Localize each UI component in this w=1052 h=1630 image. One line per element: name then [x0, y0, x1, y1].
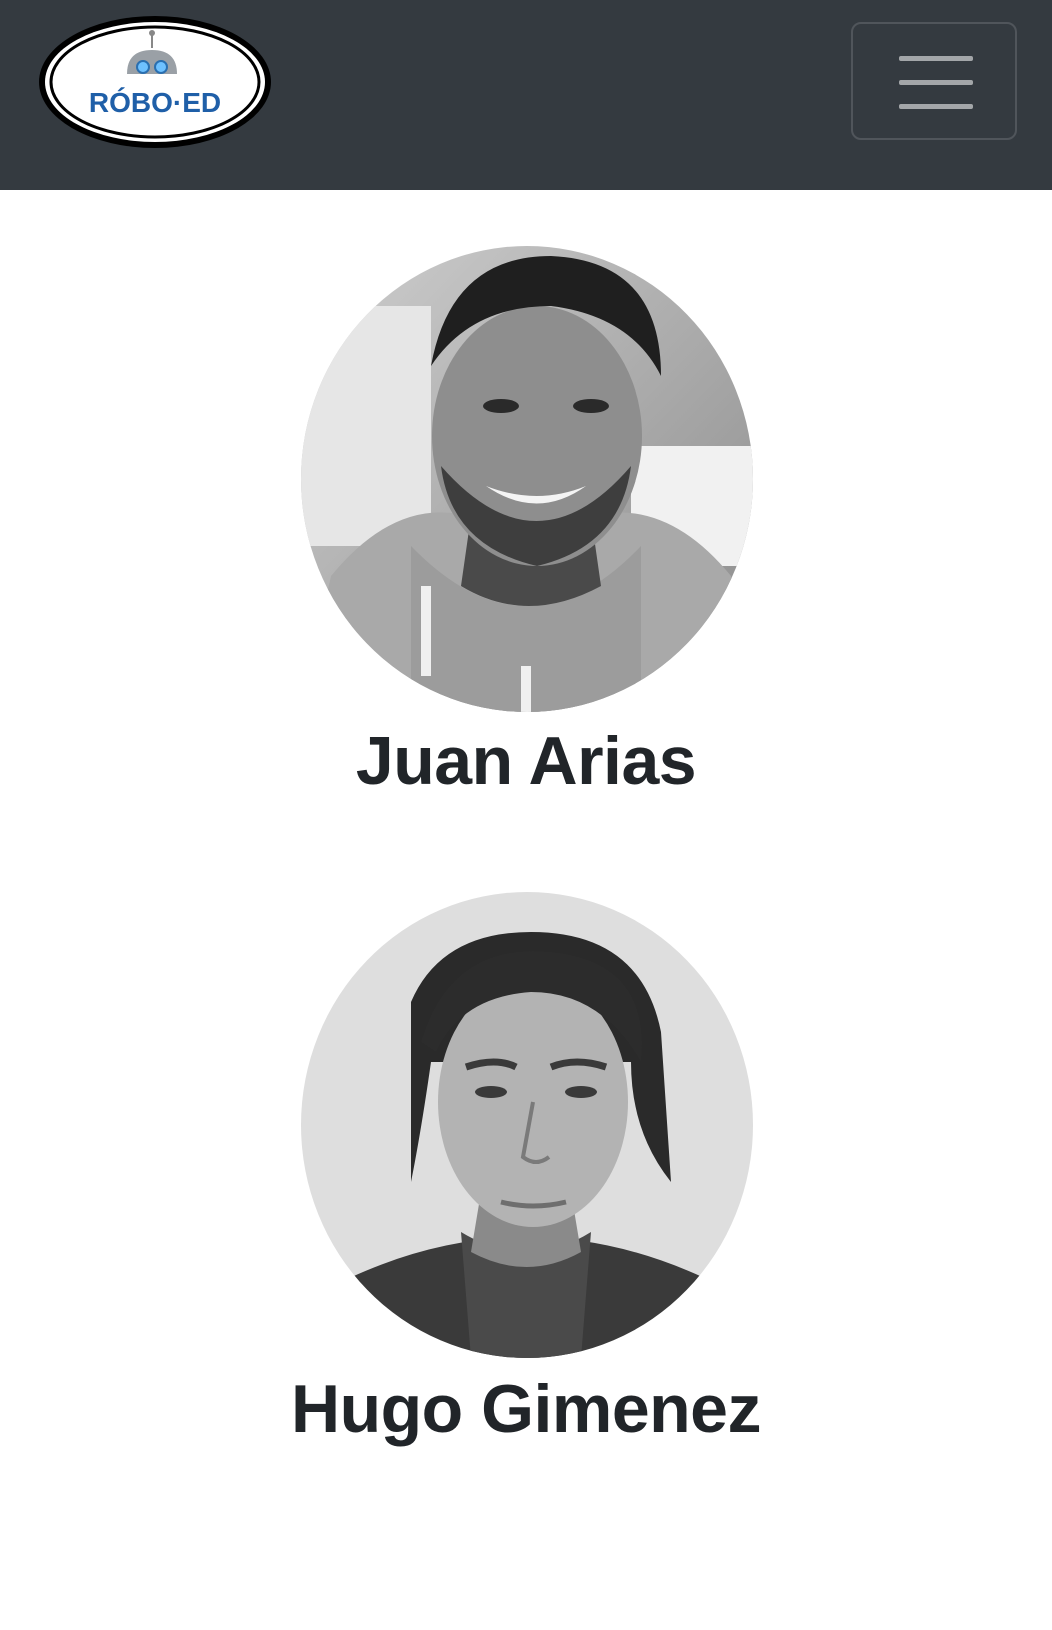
member-avatar	[301, 892, 753, 1358]
svg-text:RÓBO·ED: RÓBO·ED	[89, 87, 221, 118]
member-avatar	[301, 246, 753, 712]
member-name: Juan Arias	[355, 723, 697, 799]
profile-photo	[301, 892, 753, 1358]
profile-photo	[301, 246, 753, 712]
member-name: Hugo Gimenez	[290, 1371, 762, 1447]
robo-ed-logo: RÓBO·ED	[39, 16, 271, 148]
hamburger-menu-icon	[899, 56, 973, 109]
navbar: RÓBO·ED	[0, 0, 1052, 190]
brand-logo-link[interactable]: RÓBO·ED	[35, 12, 275, 152]
navbar-toggler-button[interactable]	[851, 22, 1017, 140]
